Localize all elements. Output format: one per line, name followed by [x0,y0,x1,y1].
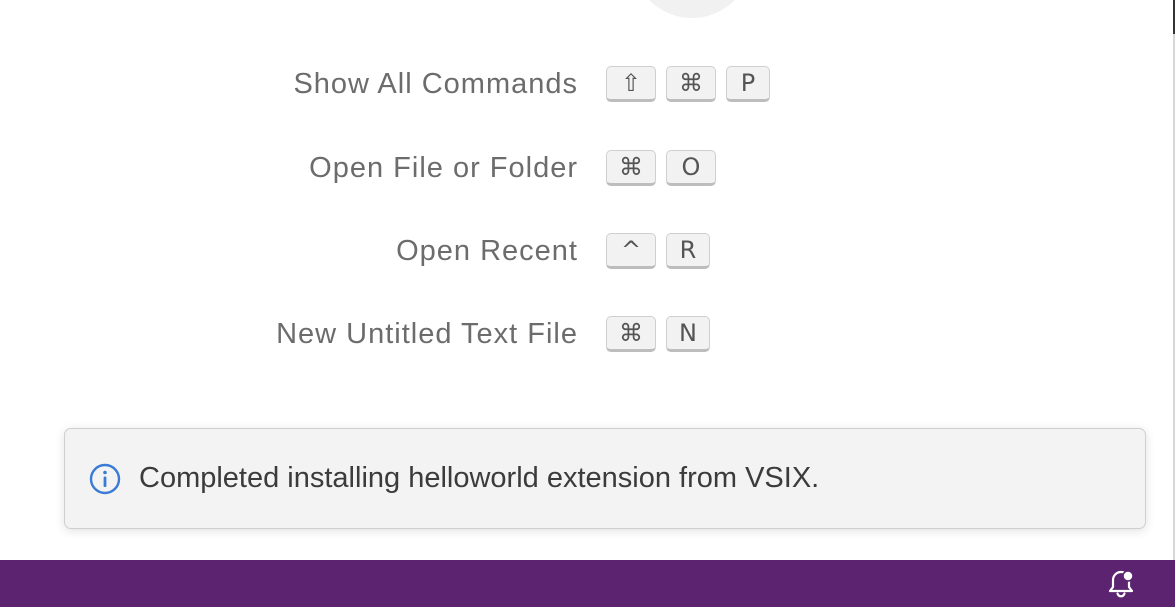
shortcut-row-open-file-or-folder: Open File or Folder ⌘ O [0,147,716,189]
key-command: ⌘ [606,316,656,352]
editor-area: Show All Commands ⇧ ⌘ P Open File or Fol… [0,0,1173,560]
shortcut-label: New Untitled Text File [276,317,578,350]
shortcut-keys: ^ R [606,233,710,269]
key-o: O [666,150,716,186]
key-p: P [726,66,770,102]
key-shift: ⇧ [606,66,656,102]
shortcut-label: Open Recent [396,234,578,267]
shortcut-keys: ⌘ N [606,316,710,352]
key-control: ^ [606,233,656,269]
shortcut-label: Open File or Folder [309,151,578,184]
notification-bell-icon[interactable] [1105,568,1137,600]
key-command: ⌘ [666,66,716,102]
key-command: ⌘ [606,150,656,186]
shortcut-row-open-recent: Open Recent ^ R [0,230,710,272]
shortcut-keys: ⌘ O [606,150,716,186]
shortcut-row-new-untitled-text-file: New Untitled Text File ⌘ N [0,313,710,355]
info-icon [89,463,121,495]
shortcut-row-show-all-commands: Show All Commands ⇧ ⌘ P [0,63,770,105]
key-r: R [666,233,710,269]
shortcut-label: Show All Commands [293,67,578,100]
shortcut-keys: ⇧ ⌘ P [606,66,770,102]
watermark-logo [632,0,752,18]
key-n: N [666,316,710,352]
notification-message: Completed installing helloworld extensio… [139,462,820,494]
status-bar [0,560,1175,607]
notification-toast[interactable]: Completed installing helloworld extensio… [64,428,1146,529]
